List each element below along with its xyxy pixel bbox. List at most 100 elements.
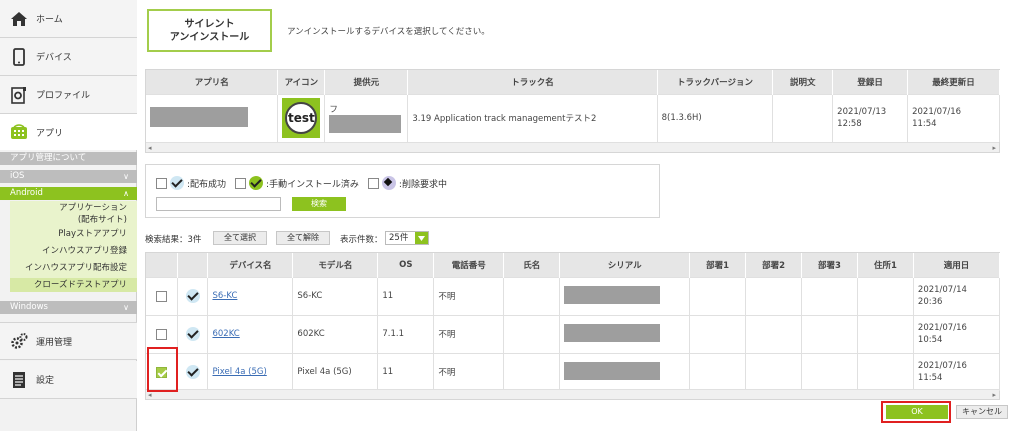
- gears-icon: [10, 332, 28, 350]
- updated-date: 2021/07/16: [912, 107, 962, 118]
- nav-device-label: デバイス: [36, 53, 72, 63]
- device-table: デバイス名 モデル名 OS 電話番号 氏名 シリアル 部署1 部署2 部署3 住…: [146, 253, 1001, 391]
- nav-device[interactable]: デバイス: [0, 38, 137, 76]
- per-page-select[interactable]: 25件: [385, 231, 429, 245]
- scroll-right-icon[interactable]: ▸: [992, 391, 996, 399]
- nav-profile[interactable]: プロファイル: [0, 76, 137, 114]
- applied-date: 2021/07/16: [917, 323, 967, 333]
- phone-cell: 不明: [433, 314, 505, 353]
- section-app-about[interactable]: アプリ管理について: [0, 152, 137, 165]
- filter-delete-checkbox[interactable]: [367, 177, 379, 189]
- app-table: アプリ名 アイコン 提供元 トラック名 トラックバージョン 説明文 登録日 最終…: [146, 70, 1000, 142]
- model-cell: S6-KC: [292, 276, 379, 315]
- page-title-line2: アンインストール: [169, 31, 250, 43]
- home-icon: [10, 10, 28, 28]
- applied-cell: 2021/07/14 20:36: [913, 276, 1001, 315]
- app-icon: test: [282, 98, 321, 139]
- col-description: 説明文: [772, 70, 834, 94]
- nav-settings[interactable]: 設定: [0, 361, 137, 399]
- col-model-name: モデル名: [292, 253, 379, 277]
- table-row[interactable]: S6-KC S6-KC 11 不明 2021/07/14 20:36: [146, 276, 1001, 315]
- deselect-all-button[interactable]: 全て解除: [276, 231, 330, 245]
- description-cell: [772, 93, 834, 142]
- col-address1: 住所1: [857, 253, 914, 277]
- search-button[interactable]: 検索: [292, 197, 346, 211]
- filter-delivered-checkbox[interactable]: [156, 177, 167, 189]
- highlight-checkbox: [147, 347, 178, 392]
- per-page-value: 25件: [389, 233, 409, 243]
- nav-home-label: ホーム: [36, 15, 63, 25]
- section-android[interactable]: Android ∧: [0, 187, 137, 200]
- search-input[interactable]: [156, 197, 281, 211]
- nav-home[interactable]: ホーム: [0, 0, 137, 38]
- row-checkbox[interactable]: [156, 290, 168, 302]
- device-link[interactable]: Pixel 4a (5G): [212, 367, 266, 377]
- track-name-cell: 3.19 Application track managementテスト2: [407, 93, 658, 142]
- col-dept3: 部署3: [801, 253, 858, 277]
- sidebar-item-playstore[interactable]: Playストアアプリ: [10, 227, 137, 241]
- app-icon-text: test: [285, 102, 318, 135]
- nav-app[interactable]: アプリ: [0, 114, 137, 150]
- select-all-button[interactable]: 全て選択: [213, 231, 267, 245]
- os-cell: 7.1.1: [377, 314, 435, 353]
- sidebar-item-application-sub: (配布サイト): [77, 215, 127, 225]
- page-title-box: サイレント アンインストール: [147, 9, 272, 52]
- filter-manual-checkbox[interactable]: [235, 177, 247, 189]
- app-grid-icon: [10, 123, 28, 141]
- smartphone-icon: [10, 47, 28, 66]
- sidebar-item-application[interactable]: アプリケーション (配布サイト): [10, 201, 137, 227]
- phone-cell: 不明: [433, 352, 505, 391]
- section-windows[interactable]: Windows ∨: [0, 301, 137, 314]
- applied-time: 11:54: [917, 373, 943, 384]
- registered-time: 12:58: [837, 119, 862, 130]
- device-table-panel: デバイス名 モデル名 OS 電話番号 氏名 シリアル 部署1 部署2 部署3 住…: [145, 252, 1001, 400]
- page-title-line1: サイレント: [184, 18, 235, 30]
- main-content: サイレント アンインストール アンインストールするデバイスを選択してください。 …: [137, 0, 1024, 431]
- cancel-button[interactable]: キャンセル: [956, 405, 1008, 419]
- section-ios-label: iOS: [10, 171, 25, 181]
- section-android-label: Android: [10, 188, 43, 198]
- device-table-scrollbar[interactable]: ◂ ▸: [146, 389, 999, 399]
- scroll-left-icon[interactable]: ◂: [148, 144, 152, 152]
- filter-delete-label: :削除要求中: [398, 179, 447, 190]
- android-submenu: アプリケーション (配布サイト) Playストアアプリ インハウスアプリ登録 イ…: [10, 201, 137, 292]
- updated-time: 11:54: [912, 119, 937, 130]
- delete-request-icon: [381, 176, 396, 190]
- filter-manual-label: :手動インストール済み: [266, 179, 359, 190]
- redacted-block: [329, 115, 402, 134]
- updated-cell: 2021/07/16 11:54: [907, 93, 1000, 142]
- col-name: 氏名: [503, 253, 561, 277]
- col-updated: 最終更新日: [907, 70, 1000, 94]
- sidebar-item-inhouse-distribution[interactable]: インハウスアプリ配布設定: [10, 261, 137, 275]
- sidebar: ホーム デバイス プロファイル アプリ アプリ管理について iOS ∨ Andro…: [0, 0, 137, 431]
- device-link[interactable]: S6-KC: [212, 291, 237, 301]
- col-registered: 登録日: [832, 70, 909, 94]
- device-link[interactable]: 602KC: [212, 329, 239, 339]
- section-app-about-label: アプリ管理について: [10, 153, 87, 163]
- section-ios[interactable]: iOS ∨: [0, 170, 137, 183]
- model-cell: 602KC: [292, 314, 379, 353]
- serial-cell: [559, 276, 691, 315]
- sidebar-item-inhouse-register[interactable]: インハウスアプリ登録: [10, 244, 137, 258]
- scroll-left-icon[interactable]: ◂: [148, 391, 152, 399]
- applied-cell: 2021/07/16 11:54: [913, 352, 1001, 391]
- filter-panel: :配布成功 :手動インストール済み :削除要求中 検索: [145, 164, 660, 218]
- col-app-name: アプリ名: [146, 70, 279, 94]
- table-row[interactable]: Pixel 4a (5G) Pixel 4a (5G) 11 不明 2021/0…: [146, 352, 1001, 391]
- row-checkbox[interactable]: [156, 328, 168, 340]
- provider-prefix: フ: [329, 105, 338, 116]
- col-phone: 電話番号: [433, 253, 505, 277]
- name-cell: [503, 276, 561, 315]
- settings-document-icon: [10, 371, 28, 389]
- app-provider-cell: フ: [324, 93, 409, 142]
- nav-profile-label: プロファイル: [36, 91, 91, 101]
- redacted-block: [564, 285, 661, 304]
- profile-gear-icon: [10, 86, 28, 104]
- col-applied-date: 適用日: [913, 253, 1001, 277]
- nav-operations[interactable]: 運用管理: [0, 322, 137, 360]
- sidebar-item-closed-test[interactable]: クローズドテストアプリ: [10, 278, 137, 292]
- scroll-right-icon[interactable]: ▸: [992, 144, 996, 152]
- app-table-scrollbar[interactable]: ◂ ▸: [146, 142, 999, 152]
- col-provider: 提供元: [324, 70, 409, 94]
- table-row[interactable]: 602KC 602KC 7.1.1 不明 2021/07/16 10:54: [146, 314, 1001, 353]
